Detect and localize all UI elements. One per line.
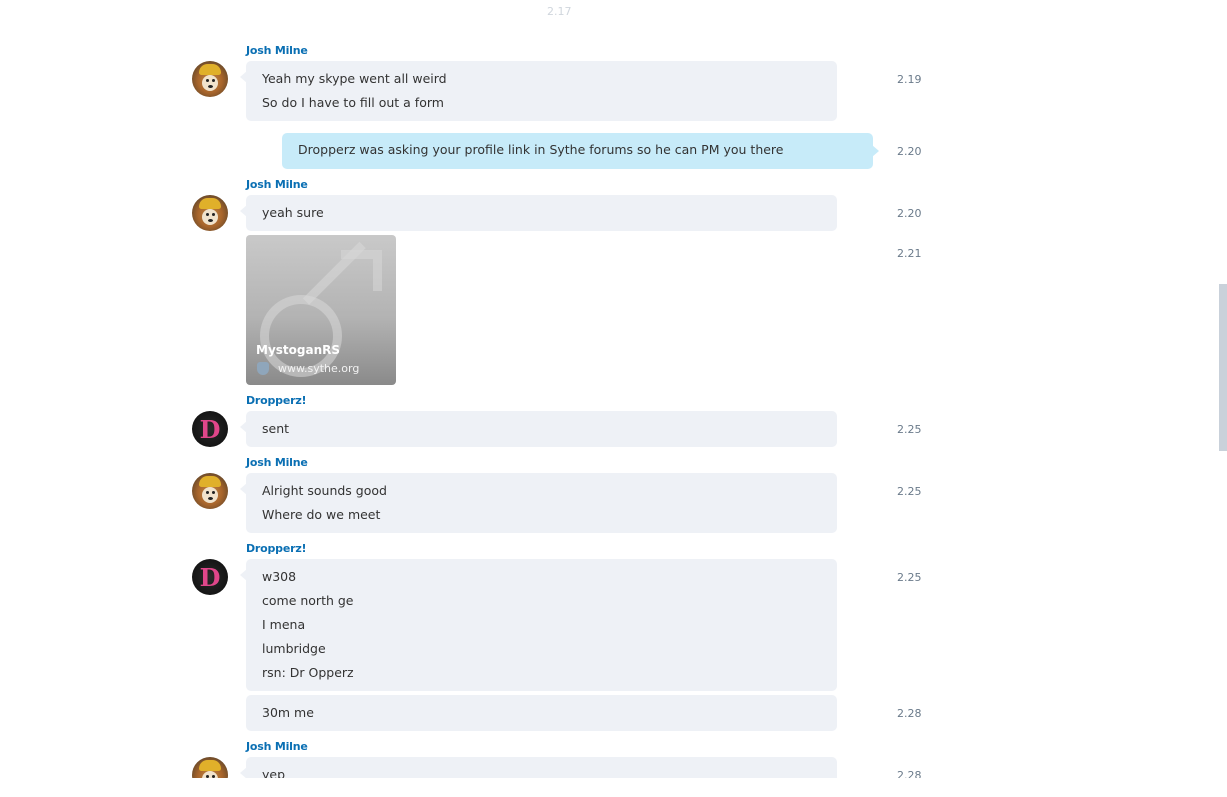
link-preview-card[interactable]: MystoganRS www.sythe.org [246, 235, 396, 385]
message-line: Yeah my skype went all weird [262, 71, 447, 86]
sender-name[interactable]: Josh Milne [246, 178, 308, 191]
sender-name[interactable]: Josh Milne [246, 44, 308, 57]
message-bubble[interactable]: sent [240, 411, 837, 447]
message-line: yeah sure [262, 205, 324, 220]
message-time: 2.25 [897, 485, 922, 498]
message-time: 2.20 [897, 207, 922, 220]
message-time: 2.19 [897, 73, 922, 86]
sender-name[interactable]: Josh Milne [246, 456, 308, 469]
message-time: 2.25 [897, 571, 922, 584]
link-card-title: MystoganRS [256, 343, 340, 357]
message-line: Alright sounds good [262, 483, 387, 498]
sender-name[interactable]: Dropperz! [246, 394, 307, 407]
message-time: 2.25 [897, 423, 922, 436]
message-line: Where do we meet [262, 507, 381, 522]
message-bubble[interactable]: 30m me [246, 695, 837, 731]
josh-avatar-icon[interactable] [192, 473, 228, 509]
message-line: 30m me [262, 705, 314, 720]
message-time: 2.28 [897, 707, 922, 720]
message-bubble[interactable]: yep [240, 757, 837, 778]
dropperz-avatar-icon[interactable]: D [192, 411, 228, 447]
message-line: rsn: Dr Opperz [262, 665, 354, 680]
clipped-message-row: yep 2.28 [0, 757, 1227, 778]
message-line: w308 [262, 569, 297, 584]
message-bubble[interactable]: Alright sounds good Where do we meet [240, 473, 837, 533]
message-bubble[interactable]: Yeah my skype went all weird So do I hav… [240, 61, 837, 121]
male-symbol-arrowhead [341, 250, 382, 291]
message-time: 2.21 [897, 247, 922, 260]
sender-name[interactable]: Josh Milne [246, 740, 308, 753]
message-line: lumbridge [262, 641, 326, 656]
message-line: sent [262, 421, 290, 436]
scrollbar-thumb[interactable] [1219, 284, 1227, 451]
message-time: 2.28 [897, 769, 922, 778]
shield-icon [257, 362, 269, 375]
sender-name[interactable]: Dropperz! [246, 542, 307, 555]
josh-avatar-icon[interactable] [192, 757, 228, 778]
faded-timestamp: 2.17 [547, 5, 572, 18]
message-line: I mena [262, 617, 306, 632]
josh-avatar-icon[interactable] [192, 195, 228, 231]
dropperz-avatar-icon[interactable]: D [192, 559, 228, 595]
message-line: So do I have to fill out a form [262, 95, 444, 110]
message-time: 2.20 [897, 145, 922, 158]
message-bubble[interactable]: yeah sure [240, 195, 837, 231]
link-card-site: www.sythe.org [278, 362, 360, 375]
message-bubble[interactable]: w308 come north ge I mena lumbridge rsn:… [240, 559, 837, 691]
message-line: yep [262, 767, 286, 778]
josh-avatar-icon[interactable] [192, 61, 228, 97]
own-message-bubble[interactable]: Dropperz was asking your profile link in… [282, 133, 879, 169]
message-line: come north ge [262, 593, 354, 608]
